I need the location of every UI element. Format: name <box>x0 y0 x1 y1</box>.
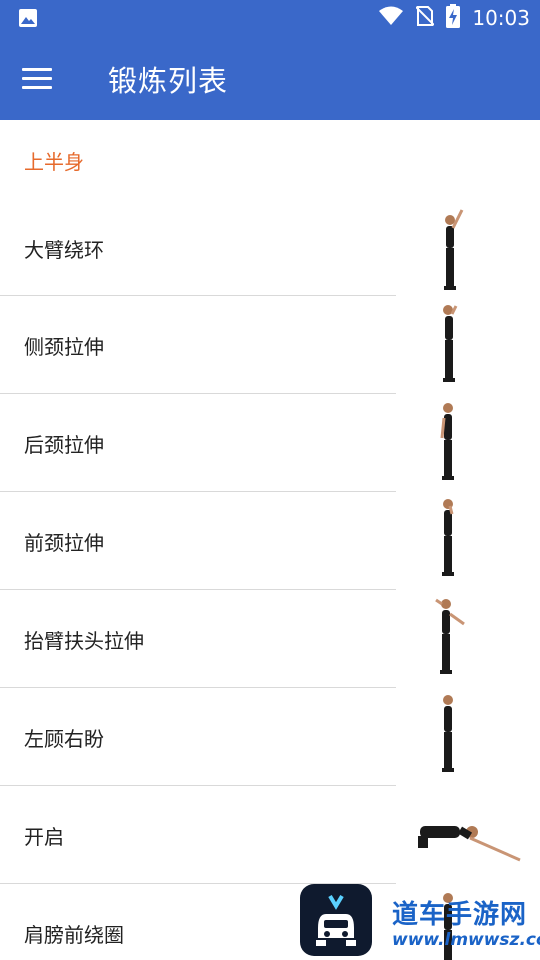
section-header: 上半身 <box>24 149 84 174</box>
list-item-label: 开启 <box>24 824 64 849</box>
exercise-thumbnail <box>400 688 500 786</box>
list-item-label: 侧颈拉伸 <box>24 334 104 359</box>
status-time: 10:03 <box>472 6 530 30</box>
watermark-url: www.lmwwsz.com <box>392 930 540 950</box>
exercise-thumbnail <box>400 200 500 298</box>
menu-icon[interactable] <box>22 60 62 96</box>
list-item[interactable]: 左顾右盼 <box>0 688 540 786</box>
list-item-label: 前颈拉伸 <box>24 530 104 555</box>
status-bar: 10:03 <box>0 0 540 36</box>
no-sim-icon <box>415 5 436 31</box>
page-title: 锻炼列表 <box>108 64 229 98</box>
list-item[interactable]: 后颈拉伸 <box>0 394 540 492</box>
exercise-thumbnail <box>400 590 500 688</box>
list-item[interactable]: 前颈拉伸 <box>0 492 540 590</box>
wifi-icon <box>378 6 404 30</box>
exercise-thumbnail <box>400 492 500 590</box>
battery-charging-icon <box>446 4 461 32</box>
exercise-thumbnail <box>400 394 500 492</box>
exercise-list: 上半身 大臂绕环 侧颈拉伸 后颈拉伸 前颈拉伸 抬臂扶头拉伸 左顾右盼 开启 肩… <box>0 120 540 960</box>
watermark-logo-icon <box>300 884 372 956</box>
list-item[interactable]: 大臂绕环 <box>0 200 540 296</box>
exercise-thumbnail <box>410 786 540 884</box>
list-item[interactable]: 开启 <box>0 786 540 884</box>
app-bar: 锻炼列表 <box>0 36 540 120</box>
list-item[interactable]: 抬臂扶头拉伸 <box>0 590 540 688</box>
exercise-thumbnail <box>400 296 500 394</box>
list-item[interactable]: 侧颈拉伸 <box>0 296 540 394</box>
watermark-brand: 道车手游网 <box>392 900 528 930</box>
image-icon <box>18 8 38 28</box>
list-item-label: 后颈拉伸 <box>24 432 104 457</box>
list-item-label: 抬臂扶头拉伸 <box>24 628 144 653</box>
list-item-label: 大臂绕环 <box>24 237 104 262</box>
list-item-label: 左顾右盼 <box>24 726 104 751</box>
watermark: 道车手游网 www.lmwwsz.com <box>300 884 540 960</box>
list-item-label: 肩膀前绕圈 <box>24 922 124 947</box>
